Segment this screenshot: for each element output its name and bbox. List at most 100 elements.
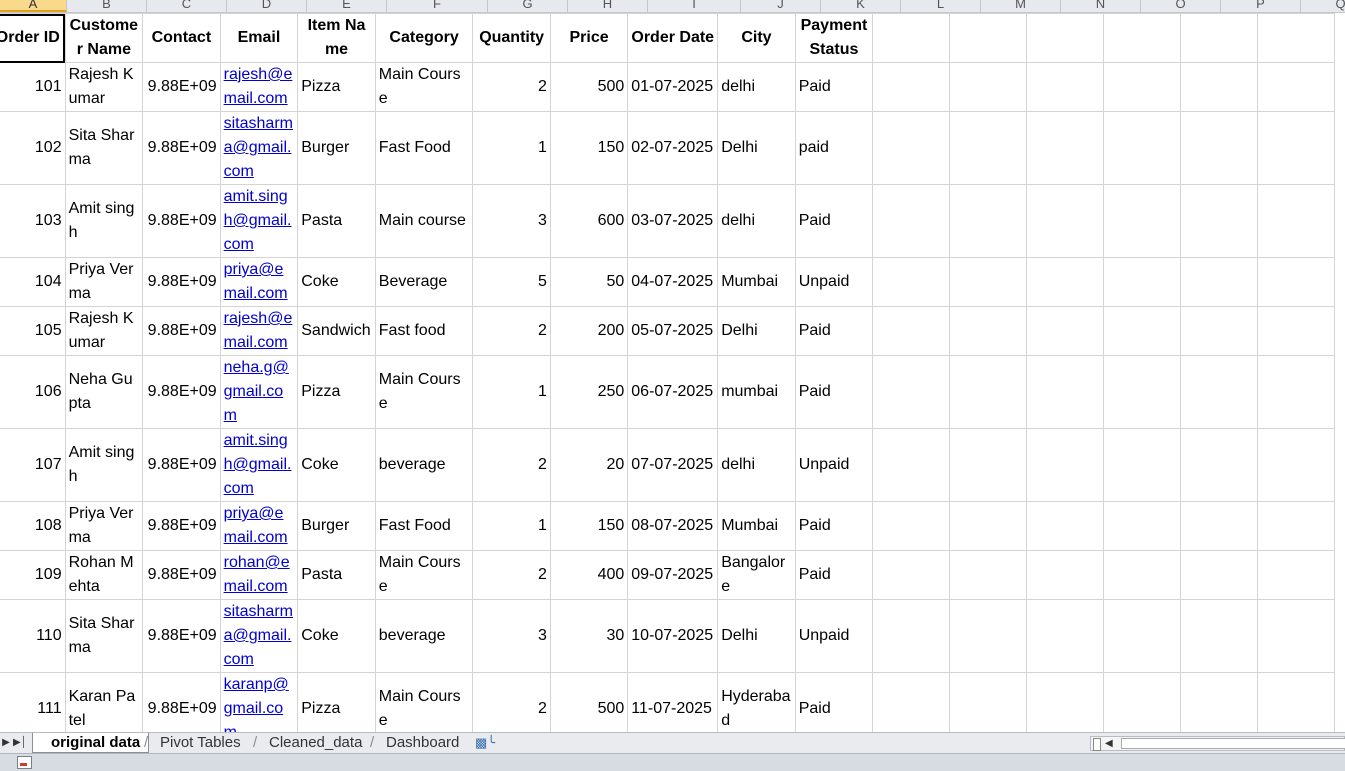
empty-cell[interactable]	[872, 599, 951, 673]
email-link[interactable]: sitasharma@gmail.com	[224, 603, 293, 668]
payment-status-cell[interactable]: Unpaid	[794, 257, 874, 307]
quantity-cell[interactable]: 5	[472, 257, 551, 307]
category-cell[interactable]: beverage	[374, 599, 474, 673]
column-header-o[interactable]: O	[1141, 0, 1221, 12]
empty-cell[interactable]	[1179, 599, 1258, 673]
email-cell[interactable]: karanp@gmail.com	[219, 672, 299, 732]
price-cell[interactable]: 150	[549, 111, 629, 185]
empty-cell[interactable]	[949, 550, 1028, 600]
empty-cell[interactable]	[1256, 257, 1336, 307]
empty-cell[interactable]	[1103, 184, 1181, 258]
empty-cell[interactable]	[1179, 111, 1258, 185]
contact-cell[interactable]: 9.88E+09	[142, 355, 221, 429]
order-id-cell[interactable]: 110	[0, 599, 66, 673]
empty-cell[interactable]	[1103, 355, 1181, 429]
price-cell[interactable]: 500	[549, 672, 629, 732]
city-cell[interactable]: delhi	[717, 428, 796, 502]
empty-cell[interactable]	[1179, 672, 1258, 732]
sheet-tab-original-data[interactable]: original data	[32, 733, 150, 753]
payment-status-cell[interactable]: paid	[794, 111, 874, 185]
email-cell[interactable]: amit.singh@gmail.com	[219, 184, 299, 258]
empty-cell[interactable]	[872, 184, 951, 258]
customer-name-cell[interactable]: Rajesh Kumar	[64, 306, 144, 356]
item-name-cell[interactable]: Pizza	[297, 62, 376, 112]
empty-cell[interactable]	[949, 13, 1028, 63]
empty-cell[interactable]	[1103, 599, 1181, 673]
order-id-cell[interactable]: 106	[0, 355, 66, 429]
header-cell-item-name[interactable]: Item Name	[297, 13, 376, 63]
empty-cell[interactable]	[1179, 62, 1258, 112]
empty-cell[interactable]	[1256, 111, 1336, 185]
price-cell[interactable]: 30	[549, 599, 629, 673]
city-cell[interactable]: Delhi	[717, 599, 796, 673]
empty-cell[interactable]	[949, 111, 1028, 185]
empty-cell[interactable]	[1026, 184, 1105, 258]
order-date-cell[interactable]: 09-07-2025	[627, 550, 719, 600]
customer-name-cell[interactable]: Rajesh Kumar	[64, 62, 144, 112]
empty-cell[interactable]	[1103, 306, 1181, 356]
empty-cell[interactable]	[1026, 111, 1105, 185]
item-name-cell[interactable]: Coke	[297, 257, 376, 307]
empty-cell[interactable]	[1026, 599, 1105, 673]
quantity-cell[interactable]: 2	[472, 550, 551, 600]
order-id-cell[interactable]: 107	[0, 428, 66, 502]
empty-cell[interactable]	[1026, 550, 1105, 600]
email-link[interactable]: sitasharma@gmail.com	[224, 115, 293, 180]
payment-status-cell[interactable]: Paid	[794, 672, 874, 732]
price-cell[interactable]: 200	[549, 306, 629, 356]
email-cell[interactable]: rohan@email.com	[219, 550, 299, 600]
empty-cell[interactable]	[1026, 501, 1105, 551]
header-cell-email[interactable]: Email	[219, 13, 299, 63]
empty-cell[interactable]	[949, 599, 1028, 673]
category-cell[interactable]: Main Course	[374, 62, 474, 112]
empty-cell[interactable]	[1256, 13, 1336, 63]
tab-split-handle-icon[interactable]	[1093, 738, 1101, 751]
empty-cell[interactable]	[949, 428, 1028, 502]
payment-status-cell[interactable]: Paid	[794, 306, 874, 356]
item-name-cell[interactable]: Pasta	[297, 184, 376, 258]
price-cell[interactable]: 400	[549, 550, 629, 600]
city-cell[interactable]: mumbai	[717, 355, 796, 429]
customer-name-cell[interactable]: Neha Gupta	[64, 355, 144, 429]
category-cell[interactable]: Fast food	[374, 306, 474, 356]
empty-cell[interactable]	[1256, 550, 1336, 600]
item-name-cell[interactable]: Pizza	[297, 672, 376, 732]
contact-cell[interactable]: 9.88E+09	[142, 672, 221, 732]
horizontal-scrollbar[interactable]: ◀	[1090, 736, 1345, 751]
empty-cell[interactable]	[1256, 62, 1336, 112]
quantity-cell[interactable]: 1	[472, 501, 551, 551]
city-cell[interactable]: Delhi	[717, 306, 796, 356]
quantity-cell[interactable]: 1	[472, 355, 551, 429]
empty-cell[interactable]	[1026, 257, 1105, 307]
category-cell[interactable]: Fast Food	[374, 111, 474, 185]
contact-cell[interactable]: 9.88E+09	[142, 550, 221, 600]
column-header-b[interactable]: B	[67, 0, 147, 12]
quantity-cell[interactable]: 2	[472, 672, 551, 732]
empty-cell[interactable]	[1256, 184, 1336, 258]
item-name-cell[interactable]: Pasta	[297, 550, 376, 600]
column-header-f[interactable]: F	[387, 0, 488, 12]
email-cell[interactable]: sitasharma@gmail.com	[219, 599, 299, 673]
empty-cell[interactable]	[872, 306, 951, 356]
order-id-cell[interactable]: 111	[0, 672, 66, 732]
order-date-cell[interactable]: 08-07-2025	[627, 501, 719, 551]
quantity-cell[interactable]: 1	[472, 111, 551, 185]
empty-cell[interactable]	[949, 62, 1028, 112]
scroll-tabs-last-icon[interactable]: ▶│	[13, 736, 27, 750]
column-header-l[interactable]: L	[901, 0, 981, 12]
header-cell-order-id[interactable]: Order ID	[0, 13, 66, 63]
empty-cell[interactable]	[949, 184, 1028, 258]
empty-cell[interactable]	[1026, 355, 1105, 429]
scrollbar-thumb[interactable]	[1121, 738, 1345, 749]
spreadsheet-grid[interactable]: Order ID Customer Name Contact Email Ite…	[0, 13, 1345, 732]
category-cell[interactable]: Main Course	[374, 550, 474, 600]
city-cell[interactable]: Delhi	[717, 111, 796, 185]
header-cell-payment-status[interactable]: Payment Status	[794, 13, 874, 63]
column-header-k[interactable]: K	[821, 0, 901, 12]
quantity-cell[interactable]: 3	[472, 184, 551, 258]
quantity-cell[interactable]: 3	[472, 599, 551, 673]
email-link[interactable]: karanp@gmail.com	[224, 676, 289, 732]
header-cell-quantity[interactable]: Quantity	[472, 13, 551, 63]
customer-name-cell[interactable]: Priya Verma	[64, 257, 144, 307]
payment-status-cell[interactable]: Unpaid	[794, 428, 874, 502]
